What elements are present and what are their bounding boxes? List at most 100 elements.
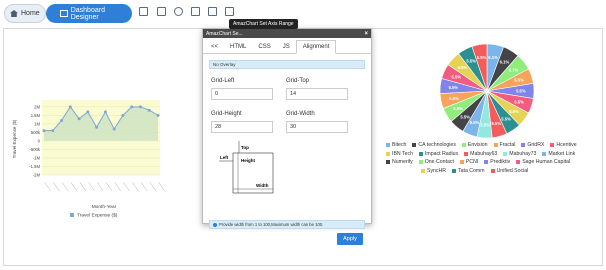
- legend-label: Unified Social: [496, 167, 529, 174]
- legend-swatch: [521, 143, 526, 148]
- diagram-left-label: Left: [220, 155, 229, 160]
- home-icon: [10, 10, 18, 17]
- legend-swatch: [516, 160, 521, 165]
- legend-item[interactable]: IBN Tech: [386, 150, 413, 159]
- breadcrumb-dashboard[interactable]: Dashboard Designer: [46, 4, 132, 23]
- layout-icon[interactable]: [191, 7, 200, 16]
- legend-swatch: [421, 168, 425, 173]
- breadcrumb-home[interactable]: Home: [4, 4, 46, 23]
- grid-top-input[interactable]: 14: [286, 88, 348, 100]
- grid-width-label: Grid-Width: [286, 111, 315, 117]
- data-point: [138, 105, 142, 109]
- legend-item[interactable]: Tata Comm: [452, 167, 485, 176]
- x-tick-label: ———: [96, 181, 106, 192]
- legend-item[interactable]: PCNI: [459, 158, 478, 167]
- legend-label: IBN Tech: [392, 150, 413, 157]
- data-point: [86, 110, 90, 114]
- x-tick-label: ———: [87, 181, 97, 192]
- legend-row: Numerify One Contact PCNI Prediktiv Sage Hum…: [386, 158, 601, 167]
- pie-data-label: 5.5%: [449, 85, 459, 90]
- y-tick-label: 500k: [31, 130, 41, 135]
- tab-html[interactable]: HTML: [224, 40, 252, 53]
- data-point: [42, 129, 46, 133]
- window-icon[interactable]: [225, 7, 234, 16]
- width-hint-text: Provide width from 1 to 100,Maximum widt…: [219, 222, 324, 227]
- y-tick-label: -1.5M: [29, 164, 40, 169]
- image-icon[interactable]: [157, 7, 166, 16]
- apply-button[interactable]: Apply: [337, 233, 363, 245]
- legend-swatch: [452, 168, 457, 173]
- pie-data-label: 5.5%: [452, 74, 462, 79]
- legend-item[interactable]: One Contact: [418, 158, 454, 167]
- x-tick-label: ———: [148, 181, 158, 192]
- legend-item[interactable]: SyncHR: [421, 167, 446, 176]
- alignment-diagram: Top Left Height Width: [219, 141, 275, 195]
- toolbar-tooltip: AmazChart Set Axis Range: [229, 19, 298, 29]
- pie-data-label: 5.5%: [458, 65, 468, 70]
- top-toolbar: Home Dashboard Designer: [0, 0, 606, 28]
- data-point: [121, 113, 125, 117]
- grid-icon[interactable]: [208, 7, 217, 16]
- legend-item[interactable]: Numerify: [386, 158, 413, 167]
- grid-height-input[interactable]: 28: [211, 121, 273, 133]
- legend-swatch: [412, 143, 417, 148]
- tab-back[interactable]: <<: [205, 40, 224, 53]
- grid-width-input[interactable]: 30: [286, 121, 348, 133]
- pie-data-label: 5.5%: [460, 114, 470, 119]
- legend-swatch: [459, 160, 464, 165]
- y-tick-label: 1.5M: [31, 113, 41, 118]
- dialog-title: AmazChart Se...: [206, 30, 243, 37]
- legend-item[interactable]: Prediktiv: [484, 158, 510, 167]
- x-tick-label: ———: [69, 181, 79, 192]
- breadcrumb-home-label: Home: [21, 10, 40, 17]
- legend-label: Envision: [467, 142, 488, 148]
- y-tick-label: 2M: [34, 104, 40, 109]
- legend-item[interactable]: Envision: [461, 141, 488, 150]
- legend-label: Mabuhay63: [470, 150, 498, 157]
- y-axis-title: Travel Expense ($): [12, 119, 17, 158]
- data-point: [77, 117, 81, 121]
- tab-alignment[interactable]: Alignment: [295, 40, 337, 54]
- data-point: [103, 110, 107, 114]
- legend-item[interactable]: Impact Radius: [418, 150, 458, 159]
- legend-item[interactable]: Sage Human Capital: [516, 158, 570, 167]
- x-axis-title: Month-Year: [92, 204, 117, 210]
- legend-item[interactable]: Mabuhay63: [464, 150, 497, 159]
- legend-swatch: [386, 143, 390, 148]
- close-icon[interactable]: ×: [364, 31, 368, 37]
- legend-swatch: [484, 160, 489, 165]
- data-point: [95, 125, 99, 129]
- legend-label: SyncHR: [427, 167, 447, 174]
- legend-label: Travel Expense ($): [77, 213, 118, 219]
- legend-item[interactable]: Fractal: [493, 141, 515, 150]
- diagram-width-label: Width: [256, 183, 269, 188]
- chart-settings-dialog: AmazChart Se... × << HTML CSS JS Alignme…: [202, 28, 372, 245]
- tab-js[interactable]: JS: [277, 40, 296, 53]
- legend-item[interactable]: Hcentive: [550, 141, 577, 150]
- refresh-icon[interactable]: [174, 7, 183, 16]
- grid-left-input[interactable]: 0: [211, 88, 273, 100]
- legend-item[interactable]: Mabuhay73: [503, 150, 536, 159]
- legend-row: IBN Tech Impact Radius Mabuhay63 Mabuhay73 M…: [386, 150, 601, 159]
- legend-item[interactable]: Market Link: [542, 150, 575, 159]
- area-chart: 2M1.5M1M500k0-500k-1M-1.5M-2M——— ——— ——— ——…: [12, 100, 167, 219]
- pie-data-label: 5.5%: [480, 122, 490, 127]
- dialog-titlebar[interactable]: AmazChart Se... ×: [203, 29, 371, 38]
- diagram-top-label: Top: [241, 145, 249, 150]
- x-tick-label: ———: [61, 181, 71, 192]
- legend-item[interactable]: Bitech: [386, 141, 406, 150]
- legend-item[interactable]: GridRX: [521, 141, 544, 150]
- legend-item[interactable]: Unified Social: [490, 167, 529, 176]
- pie-data-label: 5.5%: [477, 55, 487, 60]
- x-tick-label: ———: [105, 181, 115, 192]
- info-icon: [213, 222, 217, 227]
- legend-swatch: [503, 151, 508, 156]
- data-point: [156, 113, 160, 117]
- grid-height-label: Grid-Height: [211, 111, 242, 117]
- data-point: [51, 129, 55, 133]
- save-icon[interactable]: [139, 7, 148, 16]
- legend-item[interactable]: CA technologies: [412, 141, 456, 150]
- y-tick-label: 0: [38, 138, 41, 143]
- tab-css[interactable]: CSS: [252, 40, 276, 53]
- y-tick-label: -1M: [33, 155, 41, 160]
